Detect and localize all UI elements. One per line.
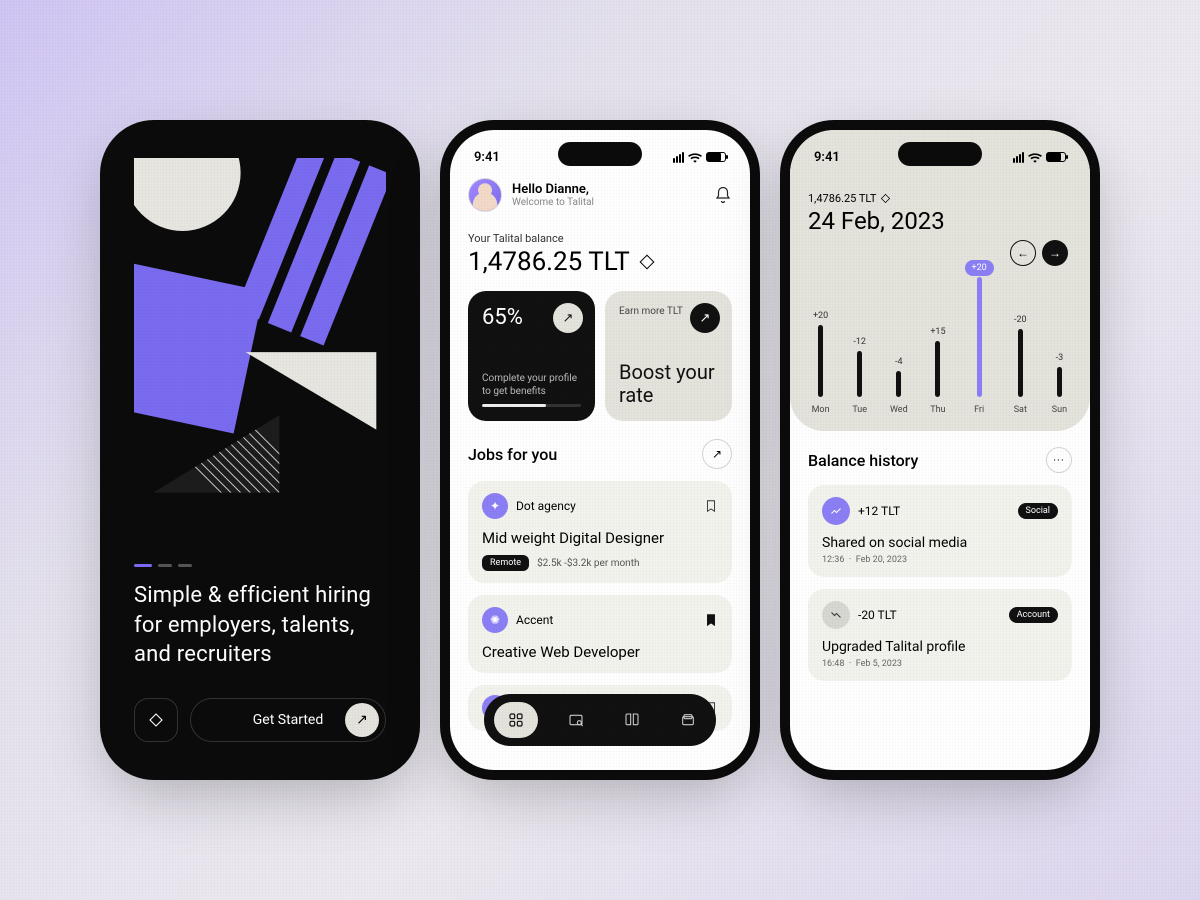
history-date: Feb 20, 2023: [856, 555, 907, 565]
jobs-header: Jobs for you: [468, 445, 557, 464]
weekly-chart: +20 Mon -12 Tue -4 Wed +15 Thu +20 Fri -20 Sat -3 Sun: [808, 255, 1072, 415]
trend-up-icon: [822, 497, 850, 525]
signal-icon: [1013, 152, 1024, 163]
arrow-icon: ↗: [690, 303, 720, 333]
profile-caption: Complete your profile to get benefits: [482, 372, 581, 398]
bookmark-filled-icon[interactable]: [704, 612, 718, 628]
greeting: Hello Dianne,: [512, 182, 594, 197]
bell-icon[interactable]: [714, 186, 732, 204]
bar-value: +20: [813, 311, 828, 321]
history-time: 12:36: [822, 555, 844, 565]
chart-bar: [1057, 367, 1062, 397]
company-logo-icon: ✺: [482, 607, 508, 633]
bar-value: -20: [1014, 315, 1027, 325]
signal-icon: [673, 152, 684, 163]
chart-bar: [857, 351, 862, 397]
get-started-button[interactable]: Get Started ↗: [190, 698, 386, 742]
next-day-button[interactable]: →: [1042, 240, 1068, 266]
balance-amount: 1,4786.25 TLT: [808, 192, 876, 205]
onboarding-screen: Simple & efficient hiring for employers,…: [110, 130, 410, 770]
bar-value: -4: [895, 357, 903, 367]
job-salary: $2.5k -$3.2k per month: [537, 558, 639, 569]
history-date: Feb 5, 2023: [856, 659, 902, 669]
profile-progress-card[interactable]: 65% ↗ Complete your profile to get benef…: [468, 291, 595, 421]
bar-value: +15: [930, 327, 945, 337]
history-title: Upgraded Talital profile: [822, 639, 1058, 655]
notch: [898, 142, 982, 166]
balance-label: Your Talital balance: [468, 232, 732, 245]
history-chip: Social: [1018, 503, 1058, 519]
bar-label: Sat: [1014, 405, 1027, 415]
subgreeting: Welcome to Talital: [512, 197, 594, 208]
chart-bar: [935, 341, 940, 397]
balance-date: 24 Feb, 2023: [808, 207, 1072, 235]
job-card[interactable]: ✦ Dot agency Mid weight Digital Designer…: [468, 481, 732, 583]
status-time: 9:41: [814, 150, 840, 165]
onboarding-headline: Simple & efficient hiring for employers,…: [134, 581, 386, 670]
nav-learn[interactable]: [614, 702, 650, 738]
status-time: 9:41: [474, 150, 500, 165]
chart-bar: [1018, 329, 1023, 397]
bar-label: Thu: [930, 405, 945, 415]
chart-bar: [977, 277, 982, 397]
get-started-label: Get Started: [253, 712, 324, 728]
bar-value: +20: [965, 263, 994, 273]
arrow-icon: ↗: [553, 303, 583, 333]
battery-icon: [706, 152, 726, 162]
arrow-icon: ↗: [345, 703, 379, 737]
history-item[interactable]: -20 TLT Account Upgraded Talital profile…: [808, 589, 1072, 681]
balance-screen: 9:41 1,4786.25 TLT 24 Feb, 2023 ← → +20 M…: [790, 130, 1090, 770]
history-item[interactable]: +12 TLT Social Shared on social media 12…: [808, 485, 1072, 577]
trend-down-icon: [822, 601, 850, 629]
history-delta: +12 TLT: [858, 504, 900, 518]
bar-label: Mon: [812, 405, 830, 415]
bookmark-icon[interactable]: [704, 498, 718, 514]
history-time: 16:48: [822, 659, 844, 669]
battery-icon: [1046, 152, 1066, 162]
bar-label: Tue: [852, 405, 867, 415]
company-name: Accent: [516, 613, 553, 627]
progress-bar: [482, 404, 581, 407]
page-indicator: [134, 564, 386, 567]
bar-label: Fri: [974, 405, 984, 415]
token-icon: [638, 253, 656, 271]
bar-label: Sun: [1052, 405, 1067, 415]
history-title: Shared on social media: [822, 535, 1058, 551]
bar-label: Wed: [890, 405, 908, 415]
job-title: Creative Web Developer: [482, 643, 718, 661]
avatar[interactable]: [468, 178, 502, 212]
nav-home[interactable]: [494, 702, 538, 738]
bar-value: -3: [1056, 353, 1064, 363]
job-card[interactable]: ✺ Accent Creative Web Developer: [468, 595, 732, 673]
bar-value: -12: [853, 337, 866, 347]
more-icon[interactable]: ···: [1046, 447, 1072, 473]
onboarding-art: [134, 158, 386, 556]
notch: [558, 142, 642, 166]
see-all-button[interactable]: ↗: [702, 439, 732, 469]
job-tag: Remote: [482, 555, 529, 571]
home-screen: 9:41 Hello Dianne, Welcome to Talital Yo…: [450, 130, 750, 770]
history-delta: -20 TLT: [858, 608, 897, 622]
app-logo-button[interactable]: [134, 698, 178, 742]
history-header: Balance history: [808, 451, 918, 470]
prev-day-button[interactable]: ←: [1010, 240, 1036, 266]
company-logo-icon: ✦: [482, 493, 508, 519]
boost-rate-card[interactable]: Earn more TLT ↗ Boost your rate: [605, 291, 732, 421]
job-title: Mid weight Digital Designer: [482, 529, 718, 547]
chart-bar: [896, 371, 901, 397]
wifi-icon: [688, 152, 702, 163]
nav-wallet[interactable]: [670, 702, 706, 738]
history-chip: Account: [1009, 607, 1058, 623]
bottom-nav: [484, 694, 716, 746]
chart-bar: [818, 325, 823, 397]
company-name: Dot agency: [516, 499, 576, 513]
wifi-icon: [1028, 152, 1042, 163]
boost-title: Boost your rate: [619, 361, 718, 407]
nav-search[interactable]: [558, 702, 594, 738]
balance-value: 1,4786.25 TLT: [468, 247, 630, 277]
token-icon: [880, 193, 891, 204]
